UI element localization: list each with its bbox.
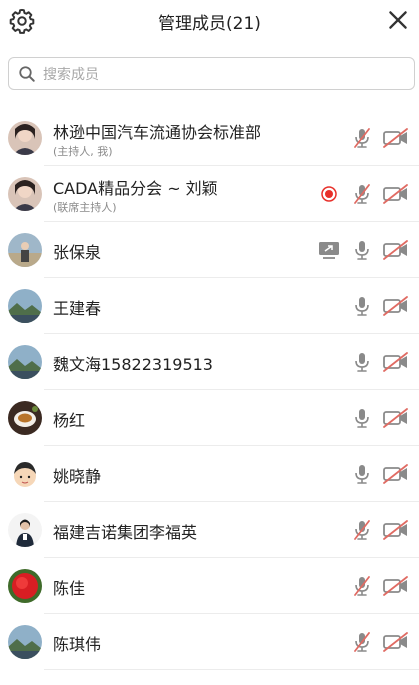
member-name: 张保泉 xyxy=(53,243,102,262)
member-row[interactable]: 魏文海15822319513 xyxy=(0,334,419,390)
avatar xyxy=(8,289,42,323)
header: 管理成员(21) xyxy=(0,0,419,44)
page-title: 管理成员(21) xyxy=(158,14,261,34)
member-row[interactable]: 陈佳 xyxy=(0,558,419,614)
member-row[interactable]: 张保泉 xyxy=(0,222,419,278)
camera-off-icon[interactable] xyxy=(383,463,409,485)
mic-muted-icon[interactable] xyxy=(352,631,372,653)
avatar xyxy=(8,513,42,547)
camera-off-icon[interactable] xyxy=(383,183,409,205)
member-name: 魏文海15822319513 xyxy=(53,355,213,374)
member-name: CADA精品分会 ~ 刘颖 xyxy=(53,179,218,198)
member-name: 林逊中国汽车流通协会标准部 xyxy=(53,123,262,142)
row-divider xyxy=(44,669,419,670)
member-row[interactable]: CADA精品分会 ~ 刘颖 (联席主持人) xyxy=(0,166,419,222)
camera-off-icon[interactable] xyxy=(383,295,409,317)
member-role: (联席主持人) xyxy=(53,201,117,214)
member-row[interactable]: 杨红 xyxy=(0,390,419,446)
camera-off-icon[interactable] xyxy=(383,127,409,149)
mic-muted-icon[interactable] xyxy=(352,127,372,149)
member-row[interactable]: 王建春 xyxy=(0,278,419,334)
avatar xyxy=(8,457,42,491)
search-input[interactable] xyxy=(41,58,405,91)
member-name: 杨红 xyxy=(53,411,86,430)
camera-off-icon[interactable] xyxy=(383,519,409,541)
screen-share-icon xyxy=(319,242,339,259)
avatar xyxy=(8,177,42,211)
member-name: 陈佳 xyxy=(53,579,86,598)
avatar xyxy=(8,625,42,659)
avatar xyxy=(8,569,42,603)
recording-icon xyxy=(321,186,337,202)
avatar xyxy=(8,401,42,435)
camera-off-icon[interactable] xyxy=(383,239,409,261)
camera-off-icon[interactable] xyxy=(383,631,409,653)
member-name: 陈琪伟 xyxy=(53,635,102,654)
mic-muted-icon[interactable] xyxy=(352,519,372,541)
mic-icon[interactable] xyxy=(352,463,372,485)
search-icon xyxy=(19,66,35,82)
search-box[interactable] xyxy=(8,57,415,91)
avatar xyxy=(8,233,42,267)
member-role: (主持人, 我) xyxy=(53,145,113,158)
member-name: 王建春 xyxy=(53,299,102,318)
member-name: 福建吉诺集团李福英 xyxy=(53,523,198,542)
camera-off-icon[interactable] xyxy=(383,575,409,597)
mic-icon[interactable] xyxy=(352,351,372,373)
mic-icon[interactable] xyxy=(352,239,372,261)
mic-muted-icon[interactable] xyxy=(352,575,372,597)
avatar xyxy=(8,345,42,379)
member-list: 林逊中国汽车流通协会标准部 (主持人, 我) CADA精品分会 ~ 刘颖 (联席主持人… xyxy=(0,110,419,670)
mic-muted-icon[interactable] xyxy=(352,183,372,205)
mic-icon[interactable] xyxy=(352,295,372,317)
avatar xyxy=(8,121,42,155)
camera-off-icon[interactable] xyxy=(383,407,409,429)
camera-off-icon[interactable] xyxy=(383,351,409,373)
member-row[interactable]: 福建吉诺集团李福英 xyxy=(0,502,419,558)
member-row[interactable]: 姚晓静 xyxy=(0,446,419,502)
mic-icon[interactable] xyxy=(352,407,372,429)
close-icon[interactable] xyxy=(385,7,411,33)
member-row[interactable]: 陈琪伟 xyxy=(0,614,419,670)
member-name: 姚晓静 xyxy=(53,467,102,486)
member-row[interactable]: 林逊中国汽车流通协会标准部 (主持人, 我) xyxy=(0,110,419,166)
